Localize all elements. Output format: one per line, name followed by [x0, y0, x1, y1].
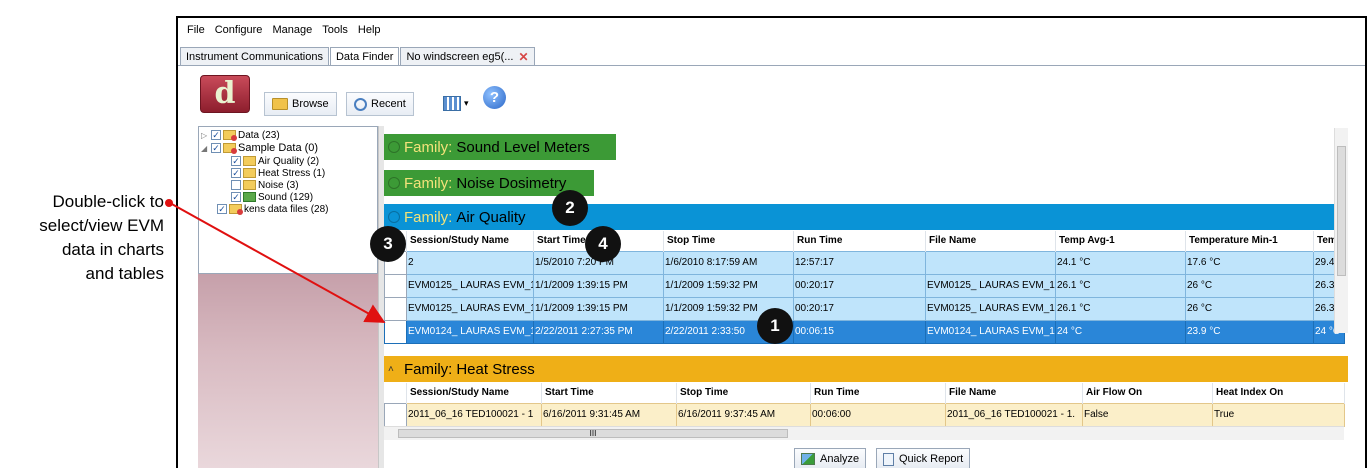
marker-1: 1	[757, 308, 793, 344]
marker-4: 4	[585, 226, 621, 262]
callout-arrow	[165, 199, 386, 323]
marker-2: 2	[552, 190, 588, 226]
marker-3: 3	[370, 226, 406, 262]
